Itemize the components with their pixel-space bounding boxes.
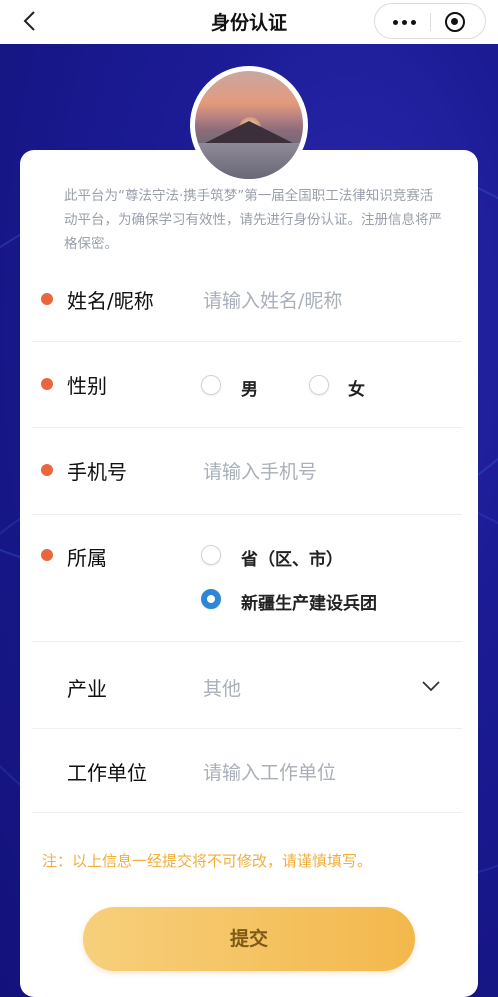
form-card: 此平台为“尊法守法·携手筑梦”第一届全国职工法律知识竞赛活动平台，为确保学习有效…: [20, 150, 478, 997]
mini-program-capsule: [374, 3, 486, 39]
gender-female-radio[interactable]: [309, 375, 329, 395]
intro-text: 此平台为“尊法守法·携手筑梦”第一届全国职工法律知识竞赛活动平台，为确保学习有效…: [64, 188, 442, 252]
phone-row: 手机号 请输入手机号: [32, 428, 462, 515]
affiliation-row: 所属 省（区、市） 新疆生产建设兵团: [32, 515, 462, 642]
required-dot: [41, 378, 53, 390]
gender-female-label[interactable]: 女: [348, 375, 365, 400]
workplace-label: 工作单位: [67, 761, 147, 785]
chevron-down-icon[interactable]: [422, 680, 440, 692]
province-label[interactable]: 省（区、市）: [241, 545, 343, 570]
name-row: 姓名/昵称 请输入姓名/昵称: [32, 255, 462, 342]
avatar: [190, 66, 308, 184]
avatar-ground: [195, 143, 303, 179]
phone-label: 手机号: [67, 460, 127, 484]
close-target-icon[interactable]: [445, 12, 465, 32]
submit-button[interactable]: 提交: [83, 907, 415, 971]
xinjiang-corps-label[interactable]: 新疆生产建设兵团: [241, 589, 377, 614]
name-label: 姓名/昵称: [67, 289, 154, 313]
industry-row[interactable]: 产业 其他: [32, 642, 462, 729]
top-bar: 身份认证: [0, 0, 498, 44]
gender-male-radio[interactable]: [201, 375, 221, 395]
workplace-row: 工作单位 请输入工作单位: [32, 729, 462, 813]
gender-male-label[interactable]: 男: [241, 375, 258, 400]
industry-label: 产业: [67, 677, 107, 701]
province-radio[interactable]: [201, 545, 221, 565]
capsule-divider: [430, 13, 431, 31]
warning-note: 注：以上信息一经提交将不可修改，请谨慎填写。: [42, 852, 373, 870]
affiliation-label: 所属: [67, 546, 107, 570]
required-dot: [41, 549, 53, 561]
workplace-input[interactable]: 请输入工作单位: [203, 758, 336, 785]
industry-select[interactable]: 其他: [203, 674, 241, 701]
xinjiang-corps-radio[interactable]: [201, 589, 221, 609]
phone-input[interactable]: 请输入手机号: [203, 457, 317, 484]
gender-label: 性别: [67, 374, 107, 398]
avatar-mountain: [205, 121, 293, 143]
name-input[interactable]: 请输入姓名/昵称: [203, 286, 342, 313]
required-dot: [41, 293, 53, 305]
required-dot: [41, 464, 53, 476]
more-icon[interactable]: [393, 16, 417, 28]
gender-row: 性别 男 女: [32, 342, 462, 428]
